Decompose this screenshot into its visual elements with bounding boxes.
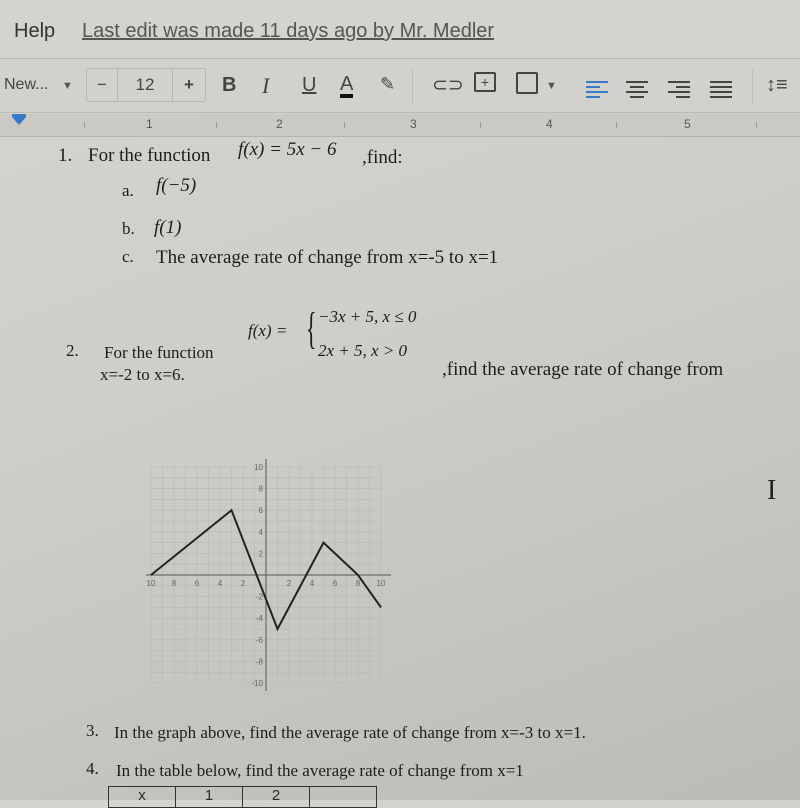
y-tick-label: 4 (259, 528, 264, 537)
ruler-label: 4 (546, 117, 553, 131)
x-tick-label: 2 (287, 579, 292, 588)
justify-icon[interactable] (710, 81, 732, 101)
decrease-font-size-button[interactable]: − (87, 69, 118, 101)
q1-function: f(x) = 5x − 6 (238, 139, 336, 161)
insert-image-icon[interactable] (516, 72, 538, 94)
last-edit-link[interactable]: Last edit was made 11 days ago by Mr. Me… (82, 20, 494, 43)
q1-number: 1. (58, 145, 72, 167)
ruler-label: 5 (684, 117, 691, 131)
q2-case-1: −3x + 5, x ≤ 0 (318, 307, 416, 327)
align-center-icon[interactable] (626, 81, 648, 101)
q4-text: In the table below, find the average rat… (116, 761, 524, 781)
y-tick-label: 10 (254, 463, 263, 472)
q1-suffix: ,find: (362, 147, 403, 169)
q3-number: 3. (86, 721, 99, 741)
increase-font-size-button[interactable]: + (173, 69, 205, 101)
table-cell: 2 (243, 787, 310, 808)
q1-text: For the function (88, 145, 210, 167)
q2-text: For the function (104, 343, 214, 363)
y-tick-label: 6 (259, 506, 264, 515)
indent-marker-icon[interactable] (12, 117, 26, 125)
x-tick-label: 8 (172, 579, 177, 588)
y-tick-label: -4 (256, 614, 264, 623)
function-graph: 10 8 6 4 2 2 4 6 8 10 10 8 6 4 2 -2 -4 -6 -8 -10 (146, 451, 396, 691)
table-row: x 1 2 (109, 787, 377, 808)
ruler-label: 3 (410, 117, 417, 131)
q2-suffix: ,find the average rate of change from (442, 359, 723, 381)
q1-part-label: a. (122, 181, 134, 201)
table-cell: x (109, 787, 176, 808)
y-tick-label: -2 (256, 593, 264, 602)
underline-button[interactable]: U (302, 74, 316, 97)
q1-part-b: f(1) (154, 217, 181, 239)
menu-help[interactable]: Help (14, 20, 55, 43)
q2-continuation: x=-2 to x=6. (100, 365, 185, 385)
font-name-dropdown[interactable]: New... (4, 76, 48, 94)
chevron-down-icon[interactable]: ▼ (62, 80, 73, 92)
q1-part-label: c. (122, 247, 134, 267)
x-tick-label: 4 (310, 579, 315, 588)
y-tick-label: 2 (259, 549, 264, 558)
y-tick-label: 8 (259, 485, 264, 494)
q2-number: 2. (66, 341, 79, 361)
x-tick-label: 6 (333, 579, 338, 588)
add-comment-icon[interactable]: + (474, 72, 496, 92)
ruler-label: 2 (276, 117, 283, 131)
menu-bar: Help Last edit was made 11 days ago by M… (0, 0, 800, 59)
bold-button[interactable]: B (222, 74, 236, 97)
text-color-button[interactable]: A (340, 74, 353, 98)
q4-number: 4. (86, 759, 99, 779)
x-tick-label: 2 (241, 579, 246, 588)
y-tick-label: -10 (251, 679, 263, 688)
highlight-pen-icon[interactable]: ✎ (380, 74, 395, 95)
x-tick-label: 8 (356, 579, 361, 588)
x-tick-label: 10 (147, 579, 156, 588)
q2-case-2: 2x + 5, x > 0 (318, 341, 407, 361)
toolbar-divider (752, 70, 753, 104)
align-right-icon[interactable] (668, 81, 690, 101)
y-tick-label: -6 (256, 636, 264, 645)
table-cell: 1 (176, 787, 243, 808)
document-page[interactable]: 1. For the function f(x) = 5x − 6 ,find:… (0, 137, 800, 800)
ruler[interactable]: 1 2 3 4 5 (0, 114, 800, 137)
q1-part-label: b. (122, 219, 135, 239)
q1-part-a: f(−5) (156, 175, 196, 197)
x-tick-label: 4 (218, 579, 223, 588)
chevron-down-icon[interactable]: ▼ (546, 80, 557, 92)
text-cursor-icon: I (767, 475, 776, 507)
toolbar-divider (412, 70, 413, 104)
x-tick-label: 10 (377, 579, 386, 588)
y-tick-label: -8 (256, 657, 264, 666)
ruler-label: 1 (146, 117, 153, 131)
link-icon[interactable]: ⊂⊃ (432, 74, 464, 97)
q2-function-lhs: f(x) = (248, 321, 287, 341)
q4-table: x 1 2 (108, 786, 377, 808)
font-size-control: − 12 + (86, 68, 206, 102)
line-spacing-icon[interactable]: ↕≡ (766, 74, 788, 97)
q3-text: In the graph above, find the average rat… (114, 723, 586, 743)
align-left-icon[interactable] (586, 81, 608, 101)
formatting-toolbar: New... ▼ − 12 + B I U A ✎ ⊂⊃ + ▼ ↕≡ (0, 62, 800, 113)
q1-part-c: The average rate of change from x=-5 to … (156, 247, 498, 269)
font-size-input[interactable]: 12 (118, 69, 173, 101)
piecewise-brace: { (306, 307, 317, 351)
table-cell (310, 787, 377, 808)
x-tick-label: 6 (195, 579, 200, 588)
italic-button[interactable]: I (262, 73, 269, 99)
